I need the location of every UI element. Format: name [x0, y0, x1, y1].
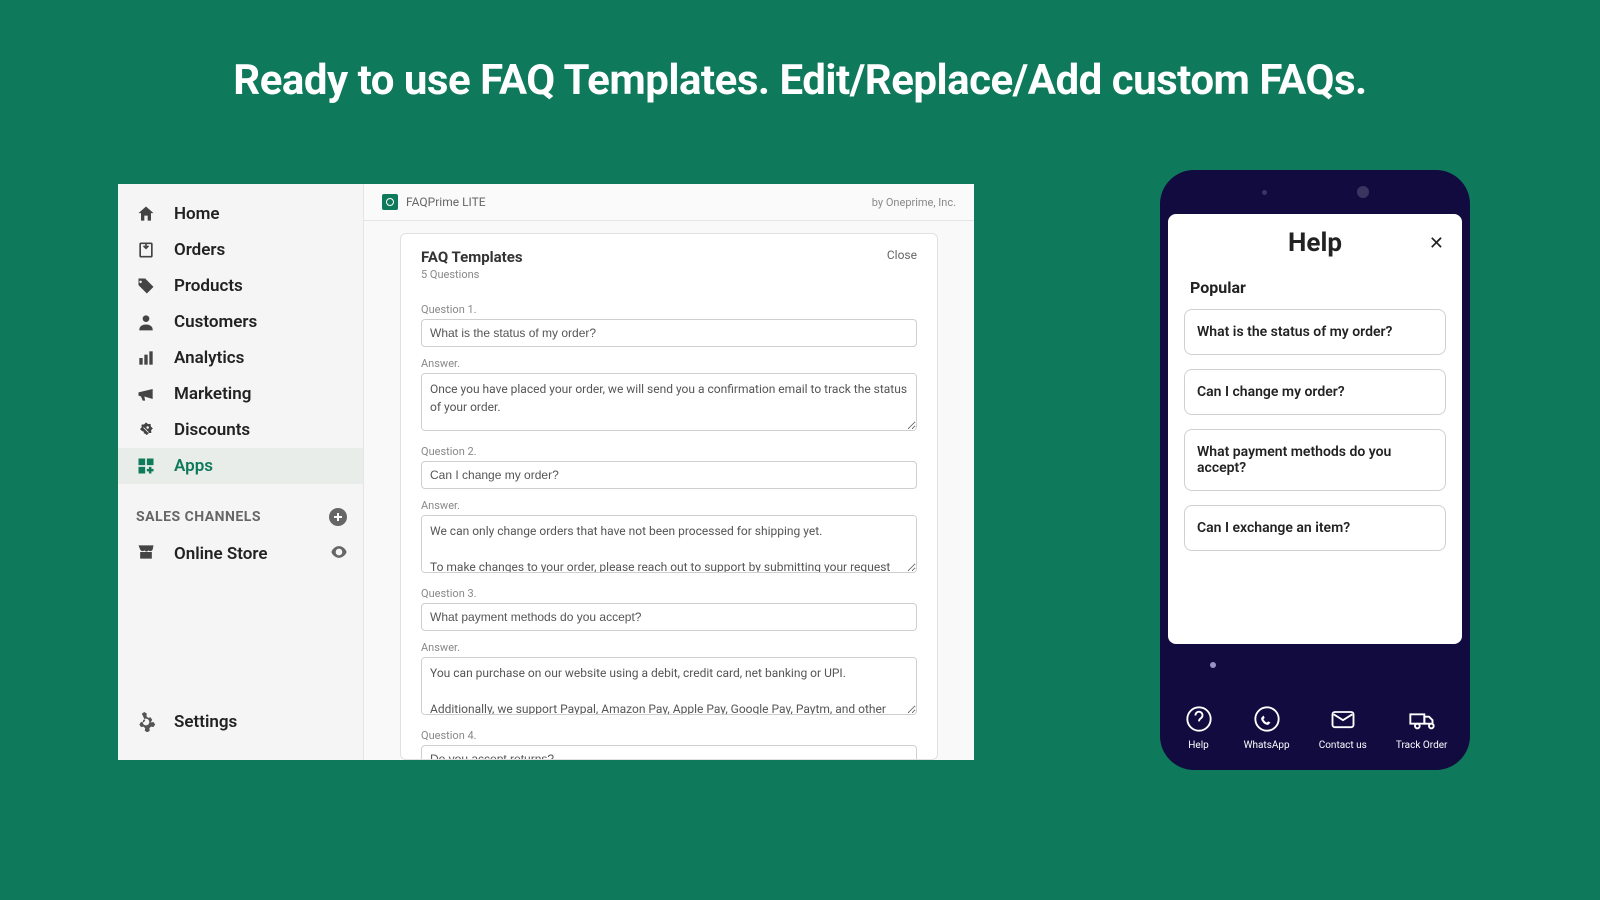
sidebar: Home Orders Products Customers Analytics…	[118, 184, 363, 760]
nav-label: WhatsApp	[1244, 740, 1290, 751]
sidebar-item-discounts[interactable]: Discounts	[118, 412, 363, 448]
faq-template-card: FAQ Templates 5 Questions Close Question…	[400, 233, 938, 760]
nav-contact[interactable]: Contact us	[1319, 703, 1367, 751]
card-subtitle: 5 Questions	[421, 268, 523, 281]
answer-textarea[interactable]	[421, 657, 917, 715]
sidebar-item-marketing[interactable]: Marketing	[118, 376, 363, 412]
help-header: Help ✕	[1180, 228, 1450, 258]
sidebar-item-analytics[interactable]: Analytics	[118, 340, 363, 376]
question-input[interactable]	[421, 461, 917, 489]
sidebar-item-settings[interactable]: Settings	[118, 704, 363, 740]
sidebar-item-home[interactable]: Home	[118, 196, 363, 232]
sidebar-label: Analytics	[174, 348, 244, 368]
gear-icon	[136, 712, 156, 732]
question-label: Question 1.	[421, 303, 917, 316]
sidebar-label: Products	[174, 276, 243, 296]
app-header: FAQPrime LITE by Oneprime, Inc.	[364, 184, 974, 221]
app-badge: FAQPrime LITE	[382, 194, 486, 210]
sidebar-item-orders[interactable]: Orders	[118, 232, 363, 268]
answer-textarea[interactable]	[421, 373, 917, 431]
phone-screen: Help ✕ Popular What is the status of my …	[1168, 214, 1462, 644]
faq-item[interactable]: Can I exchange an item?	[1184, 505, 1446, 551]
help-icon	[1183, 703, 1215, 735]
nav-bump	[1192, 658, 1236, 694]
sidebar-label: Marketing	[174, 384, 251, 404]
sales-channels-header: SALES CHANNELS	[118, 502, 363, 532]
add-channel-icon[interactable]	[329, 508, 347, 526]
store-icon	[136, 542, 156, 566]
sidebar-label: Settings	[174, 712, 237, 732]
sidebar-label: Discounts	[174, 420, 250, 440]
admin-panel: Home Orders Products Customers Analytics…	[118, 184, 974, 760]
mail-icon	[1327, 703, 1359, 735]
faq-item[interactable]: Can I change my order?	[1184, 369, 1446, 415]
sales-channels-label: SALES CHANNELS	[136, 509, 261, 525]
sidebar-label: Apps	[174, 456, 213, 476]
app-name: FAQPrime LITE	[406, 195, 486, 209]
chart-icon	[136, 348, 156, 368]
channel-online-store[interactable]: Online Store	[118, 532, 363, 574]
nav-label: Track Order	[1396, 740, 1448, 751]
answer-label: Answer.	[421, 641, 917, 654]
nav-whatsapp[interactable]: WhatsApp	[1244, 703, 1290, 751]
nav-label: Help	[1188, 740, 1208, 751]
page-headline: Ready to use FAQ Templates. Edit/Replace…	[0, 0, 1600, 145]
sidebar-item-apps[interactable]: Apps	[118, 448, 363, 484]
phone-mock: Help ✕ Popular What is the status of my …	[1160, 170, 1470, 770]
main-area: FAQPrime LITE by Oneprime, Inc. FAQ Temp…	[363, 184, 974, 760]
discount-icon	[136, 420, 156, 440]
megaphone-icon	[136, 384, 156, 404]
tag-icon	[136, 276, 156, 296]
answer-textarea[interactable]	[421, 515, 917, 573]
phone-bottom-nav: Help WhatsApp Contact us Track Order	[1168, 676, 1462, 760]
question-label: Question 3.	[421, 587, 917, 600]
question-input[interactable]	[421, 745, 917, 760]
sidebar-label: Orders	[174, 240, 225, 260]
sidebar-label: Home	[174, 204, 220, 224]
orders-icon	[136, 240, 156, 260]
question-label: Question 4.	[421, 729, 917, 742]
app-logo-icon	[382, 194, 398, 210]
close-button[interactable]: Close	[887, 248, 917, 262]
question-input[interactable]	[421, 319, 917, 347]
nav-help[interactable]: Help	[1183, 703, 1215, 751]
nav-track[interactable]: Track Order	[1396, 703, 1448, 751]
sidebar-label: Customers	[174, 312, 257, 332]
help-title: Help	[1288, 228, 1342, 258]
phone-notch	[1160, 170, 1470, 214]
home-icon	[136, 204, 156, 224]
close-icon[interactable]: ✕	[1429, 233, 1444, 254]
question-label: Question 2.	[421, 445, 917, 458]
whatsapp-icon	[1251, 703, 1283, 735]
truck-icon	[1406, 703, 1438, 735]
sidebar-item-customers[interactable]: Customers	[118, 304, 363, 340]
card-title: FAQ Templates	[421, 248, 523, 266]
answer-label: Answer.	[421, 357, 917, 370]
popular-label: Popular	[1180, 274, 1450, 309]
app-byline: by Oneprime, Inc.	[872, 196, 956, 209]
apps-icon	[136, 456, 156, 476]
nav-label: Contact us	[1319, 740, 1367, 751]
qa-list: Question 1. Answer. Question 2. Answer. …	[401, 289, 937, 760]
answer-label: Answer.	[421, 499, 917, 512]
eye-icon[interactable]	[329, 542, 349, 566]
sidebar-item-products[interactable]: Products	[118, 268, 363, 304]
question-input[interactable]	[421, 603, 917, 631]
faq-item[interactable]: What payment methods do you accept?	[1184, 429, 1446, 491]
user-icon	[136, 312, 156, 332]
faq-item[interactable]: What is the status of my order?	[1184, 309, 1446, 355]
channel-label: Online Store	[174, 544, 311, 564]
